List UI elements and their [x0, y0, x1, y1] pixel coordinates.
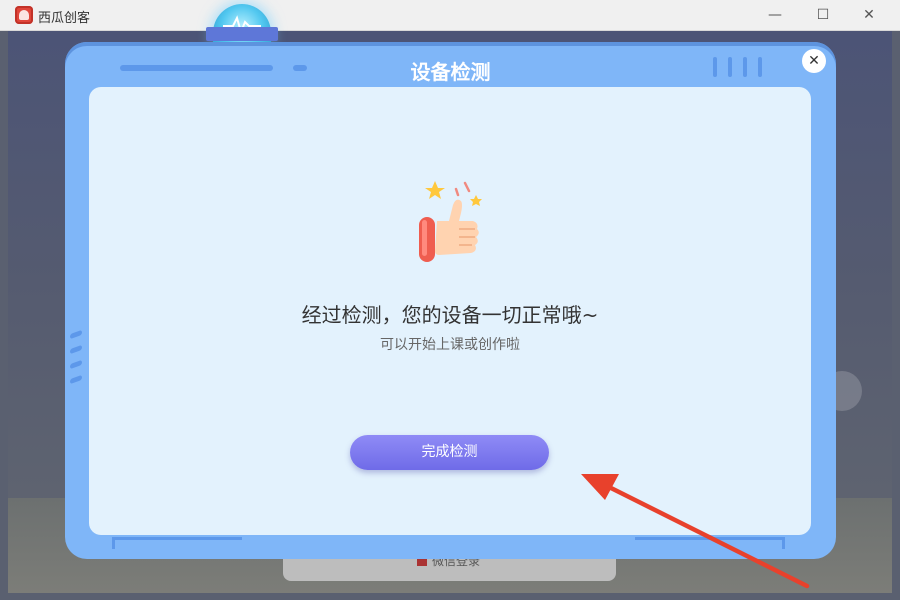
maximize-button[interactable]: ☐ — [810, 4, 836, 26]
thumbs-up-icon — [419, 181, 482, 262]
app-logo-icon — [15, 6, 33, 24]
beacon-base — [206, 27, 278, 41]
frame-decoration — [70, 329, 82, 392]
dialog-close-button[interactable]: ✕ — [802, 49, 826, 73]
result-message: 经过检测，您的设备一切正常哦~ — [301, 303, 599, 327]
app-title: 西瓜创客 — [38, 11, 91, 26]
dialog-title: 设备检测 — [410, 60, 491, 84]
result-sub-message: 可以开始上课或创作啦 — [380, 337, 520, 353]
window-close-button[interactable]: ✕ — [856, 4, 882, 26]
frame-decoration — [112, 537, 242, 549]
minimize-button[interactable]: — — [762, 4, 788, 26]
annotation-arrow-icon — [581, 474, 810, 589]
window-titlebar: 西瓜创客 — ☐ ✕ — [0, 0, 900, 31]
finish-check-button[interactable]: 完成检测 — [350, 435, 549, 470]
